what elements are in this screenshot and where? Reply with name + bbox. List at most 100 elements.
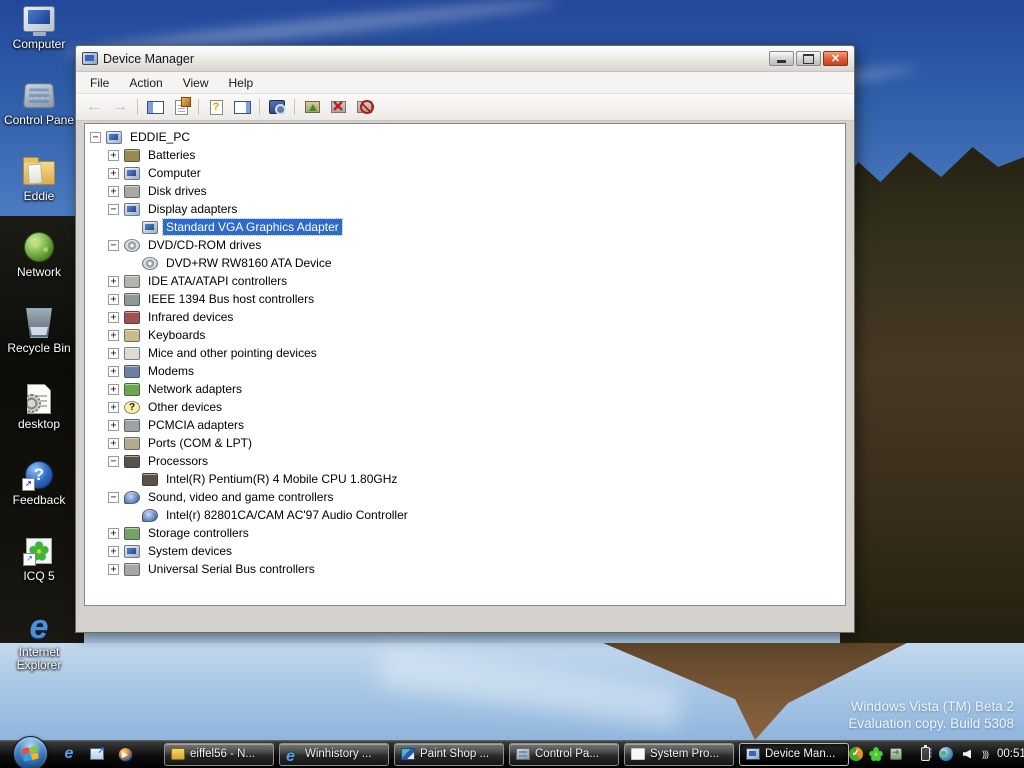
tree-expand-toggle[interactable]: − xyxy=(90,132,101,143)
toolbar-button[interactable]: → xyxy=(108,96,132,118)
tree-node-label[interactable]: Other devices xyxy=(145,399,225,415)
tree-node-label[interactable]: PCMCIA adapters xyxy=(145,417,247,433)
tree-row[interactable]: + Universal Serial Bus controllers xyxy=(85,560,845,578)
tree-expand-toggle[interactable]: + xyxy=(108,546,119,557)
window-titlebar[interactable]: Device Manager ✕ xyxy=(76,46,854,72)
toolbar-button[interactable] xyxy=(230,96,254,118)
tree-row[interactable]: + System devices xyxy=(85,542,845,560)
desktop-icon[interactable]: Computer xyxy=(0,2,78,51)
desktop-icon[interactable]: ? Feedback xyxy=(0,458,78,507)
tree-row[interactable]: + Other devices xyxy=(85,398,845,416)
desktop-icon[interactable]: Eddie xyxy=(0,154,78,203)
taskbar-window-button[interactable]: eiffel56 - N... xyxy=(164,743,274,766)
tree-expand-toggle[interactable]: − xyxy=(108,492,119,503)
tree-node-label[interactable]: Sound, video and game controllers xyxy=(145,489,336,505)
tree-row[interactable]: Intel(r) 82801CA/CAM AC'97 Audio Control… xyxy=(85,506,845,524)
tree-expand-toggle[interactable]: + xyxy=(108,276,119,287)
tree-expand-toggle[interactable]: + xyxy=(108,564,119,575)
tree-expand-toggle[interactable]: + xyxy=(108,312,119,323)
start-button[interactable] xyxy=(13,736,48,768)
tree-row[interactable]: + Infrared devices xyxy=(85,308,845,326)
tree-expand-toggle[interactable]: − xyxy=(108,240,119,251)
menu-item[interactable]: File xyxy=(80,73,119,93)
tree-expand-toggle[interactable]: + xyxy=(108,150,119,161)
desktop-icon[interactable]: e Internet Explorer xyxy=(0,610,78,672)
tree-row[interactable]: + Disk drives xyxy=(85,182,845,200)
tree-row[interactable]: + IEEE 1394 Bus host controllers xyxy=(85,290,845,308)
taskbar-window-button[interactable]: Device Man... xyxy=(739,743,849,766)
tree-expand-toggle[interactable]: + xyxy=(108,168,119,179)
tree-row[interactable]: + IDE ATA/ATAPI controllers xyxy=(85,272,845,290)
taskbar-window-button[interactable]: System Pro... xyxy=(624,743,734,766)
tree-expand-toggle[interactable]: + xyxy=(108,348,119,359)
tree-node-label[interactable]: Mice and other pointing devices xyxy=(145,345,320,361)
tree-row[interactable]: + Computer xyxy=(85,164,845,182)
menu-item[interactable]: View xyxy=(173,73,219,93)
tree-node-label[interactable]: Computer xyxy=(145,165,204,181)
desktop-icon[interactable]: Recycle Bin xyxy=(0,306,78,355)
tree-row[interactable]: + Mice and other pointing devices xyxy=(85,344,845,362)
tree-node-label[interactable]: DVD/CD-ROM drives xyxy=(145,237,264,253)
tree-node-label[interactable]: Display adapters xyxy=(145,201,240,217)
tree-row[interactable]: − Display adapters xyxy=(85,200,845,218)
toolbar-button[interactable] xyxy=(143,96,167,118)
maximize-button[interactable] xyxy=(796,51,821,66)
tree-row[interactable]: + PCMCIA adapters xyxy=(85,416,845,434)
tree-row[interactable]: − Sound, video and game controllers xyxy=(85,488,845,506)
tree-row[interactable]: + Modems xyxy=(85,362,845,380)
tree-node-label[interactable]: Intel(R) Pentium(R) 4 Mobile CPU 1.80GHz xyxy=(163,471,400,487)
tree-row[interactable]: + Keyboards xyxy=(85,326,845,344)
tree-expand-toggle[interactable]: + xyxy=(108,294,119,305)
tree-node-label[interactable]: Storage controllers xyxy=(145,525,252,541)
tree-expand-toggle[interactable]: + xyxy=(108,420,119,431)
tree-expand-toggle[interactable]: + xyxy=(108,330,119,341)
taskbar-window-button[interactable]: Control Pa... xyxy=(509,743,619,766)
tree-row[interactable]: − DVD/CD-ROM drives xyxy=(85,236,845,254)
tree-expand-toggle[interactable]: + xyxy=(108,438,119,449)
tree-node-label[interactable]: Batteries xyxy=(145,147,198,163)
desktop-icon[interactable]: ICQ 5 xyxy=(0,534,78,583)
tree-node-label[interactable]: IEEE 1394 Bus host controllers xyxy=(145,291,317,307)
tree-node-label[interactable]: IDE ATA/ATAPI controllers xyxy=(145,273,290,289)
tree-node-label[interactable]: Standard VGA Graphics Adapter xyxy=(163,219,342,235)
quick-launch-button[interactable] xyxy=(88,745,106,763)
tree-row[interactable]: + Network adapters xyxy=(85,380,845,398)
tree-row[interactable]: + Batteries xyxy=(85,146,845,164)
tree-row[interactable]: − Processors xyxy=(85,452,845,470)
quick-launch-button[interactable]: e xyxy=(60,745,78,763)
tree-node-label[interactable]: Intel(r) 82801CA/CAM AC'97 Audio Control… xyxy=(163,507,411,523)
tree-node-label[interactable]: Keyboards xyxy=(145,327,208,343)
close-button[interactable]: ✕ xyxy=(823,51,848,66)
tree-row[interactable]: DVD+RW RW8160 ATA Device xyxy=(85,254,845,272)
menu-item[interactable]: Help xyxy=(219,73,264,93)
tree-node-label[interactable]: Network adapters xyxy=(145,381,245,397)
taskbar-clock[interactable]: 00:51 xyxy=(997,748,1024,760)
tree-row[interactable]: + Ports (COM & LPT) xyxy=(85,434,845,452)
tree-node-label[interactable]: EDDIE_PC xyxy=(127,129,193,145)
tree-node-label[interactable]: DVD+RW RW8160 ATA Device xyxy=(163,255,335,271)
desktop-icon[interactable]: Control Pane xyxy=(0,78,78,127)
toolbar-button[interactable] xyxy=(169,96,193,118)
tree-expand-toggle[interactable]: − xyxy=(108,204,119,215)
tree-expand-toggle[interactable]: + xyxy=(108,402,119,413)
quick-launch-button[interactable]: ▶ xyxy=(116,745,134,763)
tree-node-label[interactable]: Disk drives xyxy=(145,183,210,199)
tree-row[interactable]: Standard VGA Graphics Adapter xyxy=(85,218,845,236)
tree-node-label[interactable]: System devices xyxy=(145,543,235,559)
toolbar-button[interactable] xyxy=(265,96,289,118)
tree-node-label[interactable]: Universal Serial Bus controllers xyxy=(145,561,318,577)
tree-node-label[interactable]: Infrared devices xyxy=(145,309,236,325)
tree-node-label[interactable]: Modems xyxy=(145,363,197,379)
tree-expand-toggle[interactable]: + xyxy=(108,366,119,377)
desktop-icon[interactable]: Network xyxy=(0,230,78,279)
taskbar-window-button[interactable]: Paint Shop ... xyxy=(394,743,504,766)
toolbar-button[interactable] xyxy=(256,96,263,118)
toolbar-button[interactable] xyxy=(291,96,298,118)
toolbar-button[interactable] xyxy=(300,96,324,118)
tree-row[interactable]: − EDDIE_PC xyxy=(85,128,845,146)
toolbar-button[interactable]: ? xyxy=(204,96,228,118)
toolbar-button[interactable] xyxy=(352,96,376,118)
tree-expand-toggle[interactable]: + xyxy=(108,384,119,395)
tree-row[interactable]: Intel(R) Pentium(R) 4 Mobile CPU 1.80GHz xyxy=(85,470,845,488)
minimize-button[interactable] xyxy=(769,51,794,66)
